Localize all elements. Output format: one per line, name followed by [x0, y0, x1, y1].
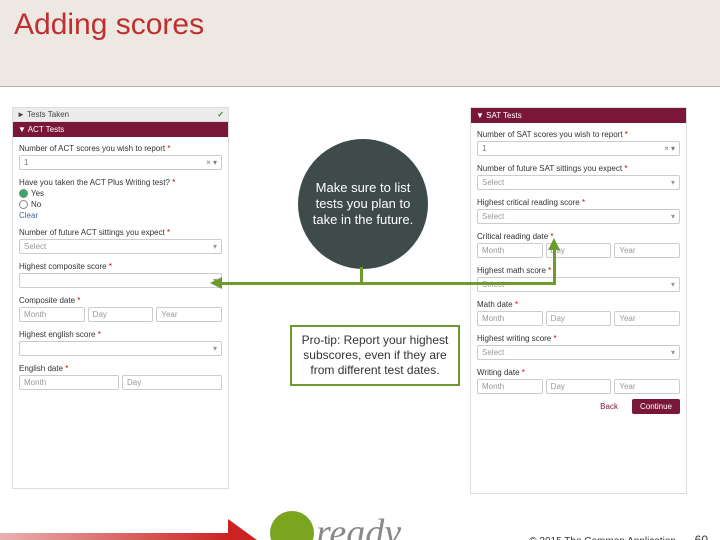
math-day[interactable]: Day — [546, 311, 612, 326]
comp-day[interactable]: Day — [88, 307, 154, 322]
write-year[interactable]: Year — [614, 379, 680, 394]
act-comp-date-label: Composite date * — [19, 296, 222, 305]
sat-hwrite-select[interactable]: Select▾ — [477, 345, 680, 360]
tests-taken-header: ► Tests Taken ✓ — [13, 108, 228, 122]
act-num-select[interactable]: 1× ▾ — [19, 155, 222, 170]
write-month[interactable]: Month — [477, 379, 543, 394]
act-highest-comp-select[interactable]: ▾ — [19, 273, 222, 288]
header-band: Adding scores — [0, 0, 720, 87]
sat-hcr-select[interactable]: Select▾ — [477, 209, 680, 224]
callout-bubble: Make sure to list tests you plan to take… — [298, 139, 428, 269]
slide-body: ► Tests Taken ✓ ▼ ACT Tests Number of AC… — [0, 87, 720, 540]
copyright: © 2015 The Common Application — [529, 536, 676, 540]
continue-button[interactable]: Continue — [632, 399, 680, 414]
radio-yes[interactable]: Yes — [19, 189, 222, 198]
slide: Adding scores ► Tests Taken ✓ ▼ ACT Test… — [0, 0, 720, 540]
cr-year[interactable]: Year — [614, 243, 680, 258]
sat-cr-date-label: Critical reading date * — [477, 232, 680, 241]
form-footer: Back Continue — [471, 395, 686, 418]
act-form: ► Tests Taken ✓ ▼ ACT Tests Number of AC… — [12, 107, 229, 489]
act-highest-eng-label: Highest english score * — [19, 330, 222, 339]
sat-math-date-label: Math date * — [477, 300, 680, 309]
comp-month[interactable]: Month — [19, 307, 85, 322]
act-num-label: Number of ACT scores you wish to report … — [19, 144, 222, 153]
sat-num-label: Number of SAT scores you wish to report … — [477, 130, 680, 139]
sat-hwrite-label: Highest writing score * — [477, 334, 680, 343]
act-eng-date-label: English date * — [19, 364, 222, 373]
arrow-bar-right — [362, 282, 556, 285]
act-section-bar: ▼ ACT Tests — [13, 122, 228, 137]
eng-day[interactable]: Day — [122, 375, 222, 390]
act-plus-label: Have you taken the ACT Plus Writing test… — [19, 178, 222, 187]
sat-future-select[interactable]: Select▾ — [477, 175, 680, 190]
page-number: 60 — [695, 533, 708, 540]
back-button[interactable]: Back — [592, 399, 626, 414]
sat-form: ▼ SAT Tests Number of SAT scores you wis… — [470, 107, 687, 494]
comp-year[interactable]: Year — [156, 307, 222, 322]
sat-write-date-label: Writing date * — [477, 368, 680, 377]
clear-link[interactable]: Clear — [19, 211, 222, 220]
math-year[interactable]: Year — [614, 311, 680, 326]
arrow-head-right — [548, 232, 560, 250]
sat-section-bar: ▼ SAT Tests — [471, 108, 686, 123]
arrow-head-left — [210, 277, 222, 289]
act-future-label: Number of future ACT sittings you expect… — [19, 228, 222, 237]
cr-month[interactable]: Month — [477, 243, 543, 258]
act-highest-eng-select[interactable]: ▾ — [19, 341, 222, 356]
ready-logo: ready — [270, 511, 401, 540]
check-icon: ✓ — [217, 110, 224, 119]
arrow-stub-left — [360, 267, 363, 284]
pro-tip-box: Pro-tip: Report your highest subscores, … — [290, 325, 460, 386]
arrow-bar-left — [220, 282, 362, 285]
act-highest-comp-label: Highest composite score * — [19, 262, 222, 271]
math-month[interactable]: Month — [477, 311, 543, 326]
write-day[interactable]: Day — [546, 379, 612, 394]
ready-word: ready — [316, 511, 401, 540]
sat-future-label: Number of future SAT sittings you expect… — [477, 164, 680, 173]
slide-title: Adding scores — [14, 8, 706, 42]
big-red-arrow — [0, 519, 300, 540]
act-future-select[interactable]: Select▾ — [19, 239, 222, 254]
ready-dot-icon — [270, 511, 314, 540]
eng-month[interactable]: Month — [19, 375, 119, 390]
sat-num-select[interactable]: 1× ▾ — [477, 141, 680, 156]
radio-no[interactable]: No — [19, 200, 222, 209]
tests-taken-label: Tests Taken — [27, 110, 69, 119]
sat-hcr-label: Highest critical reading score * — [477, 198, 680, 207]
sat-hmath-label: Highest math score * — [477, 266, 680, 275]
